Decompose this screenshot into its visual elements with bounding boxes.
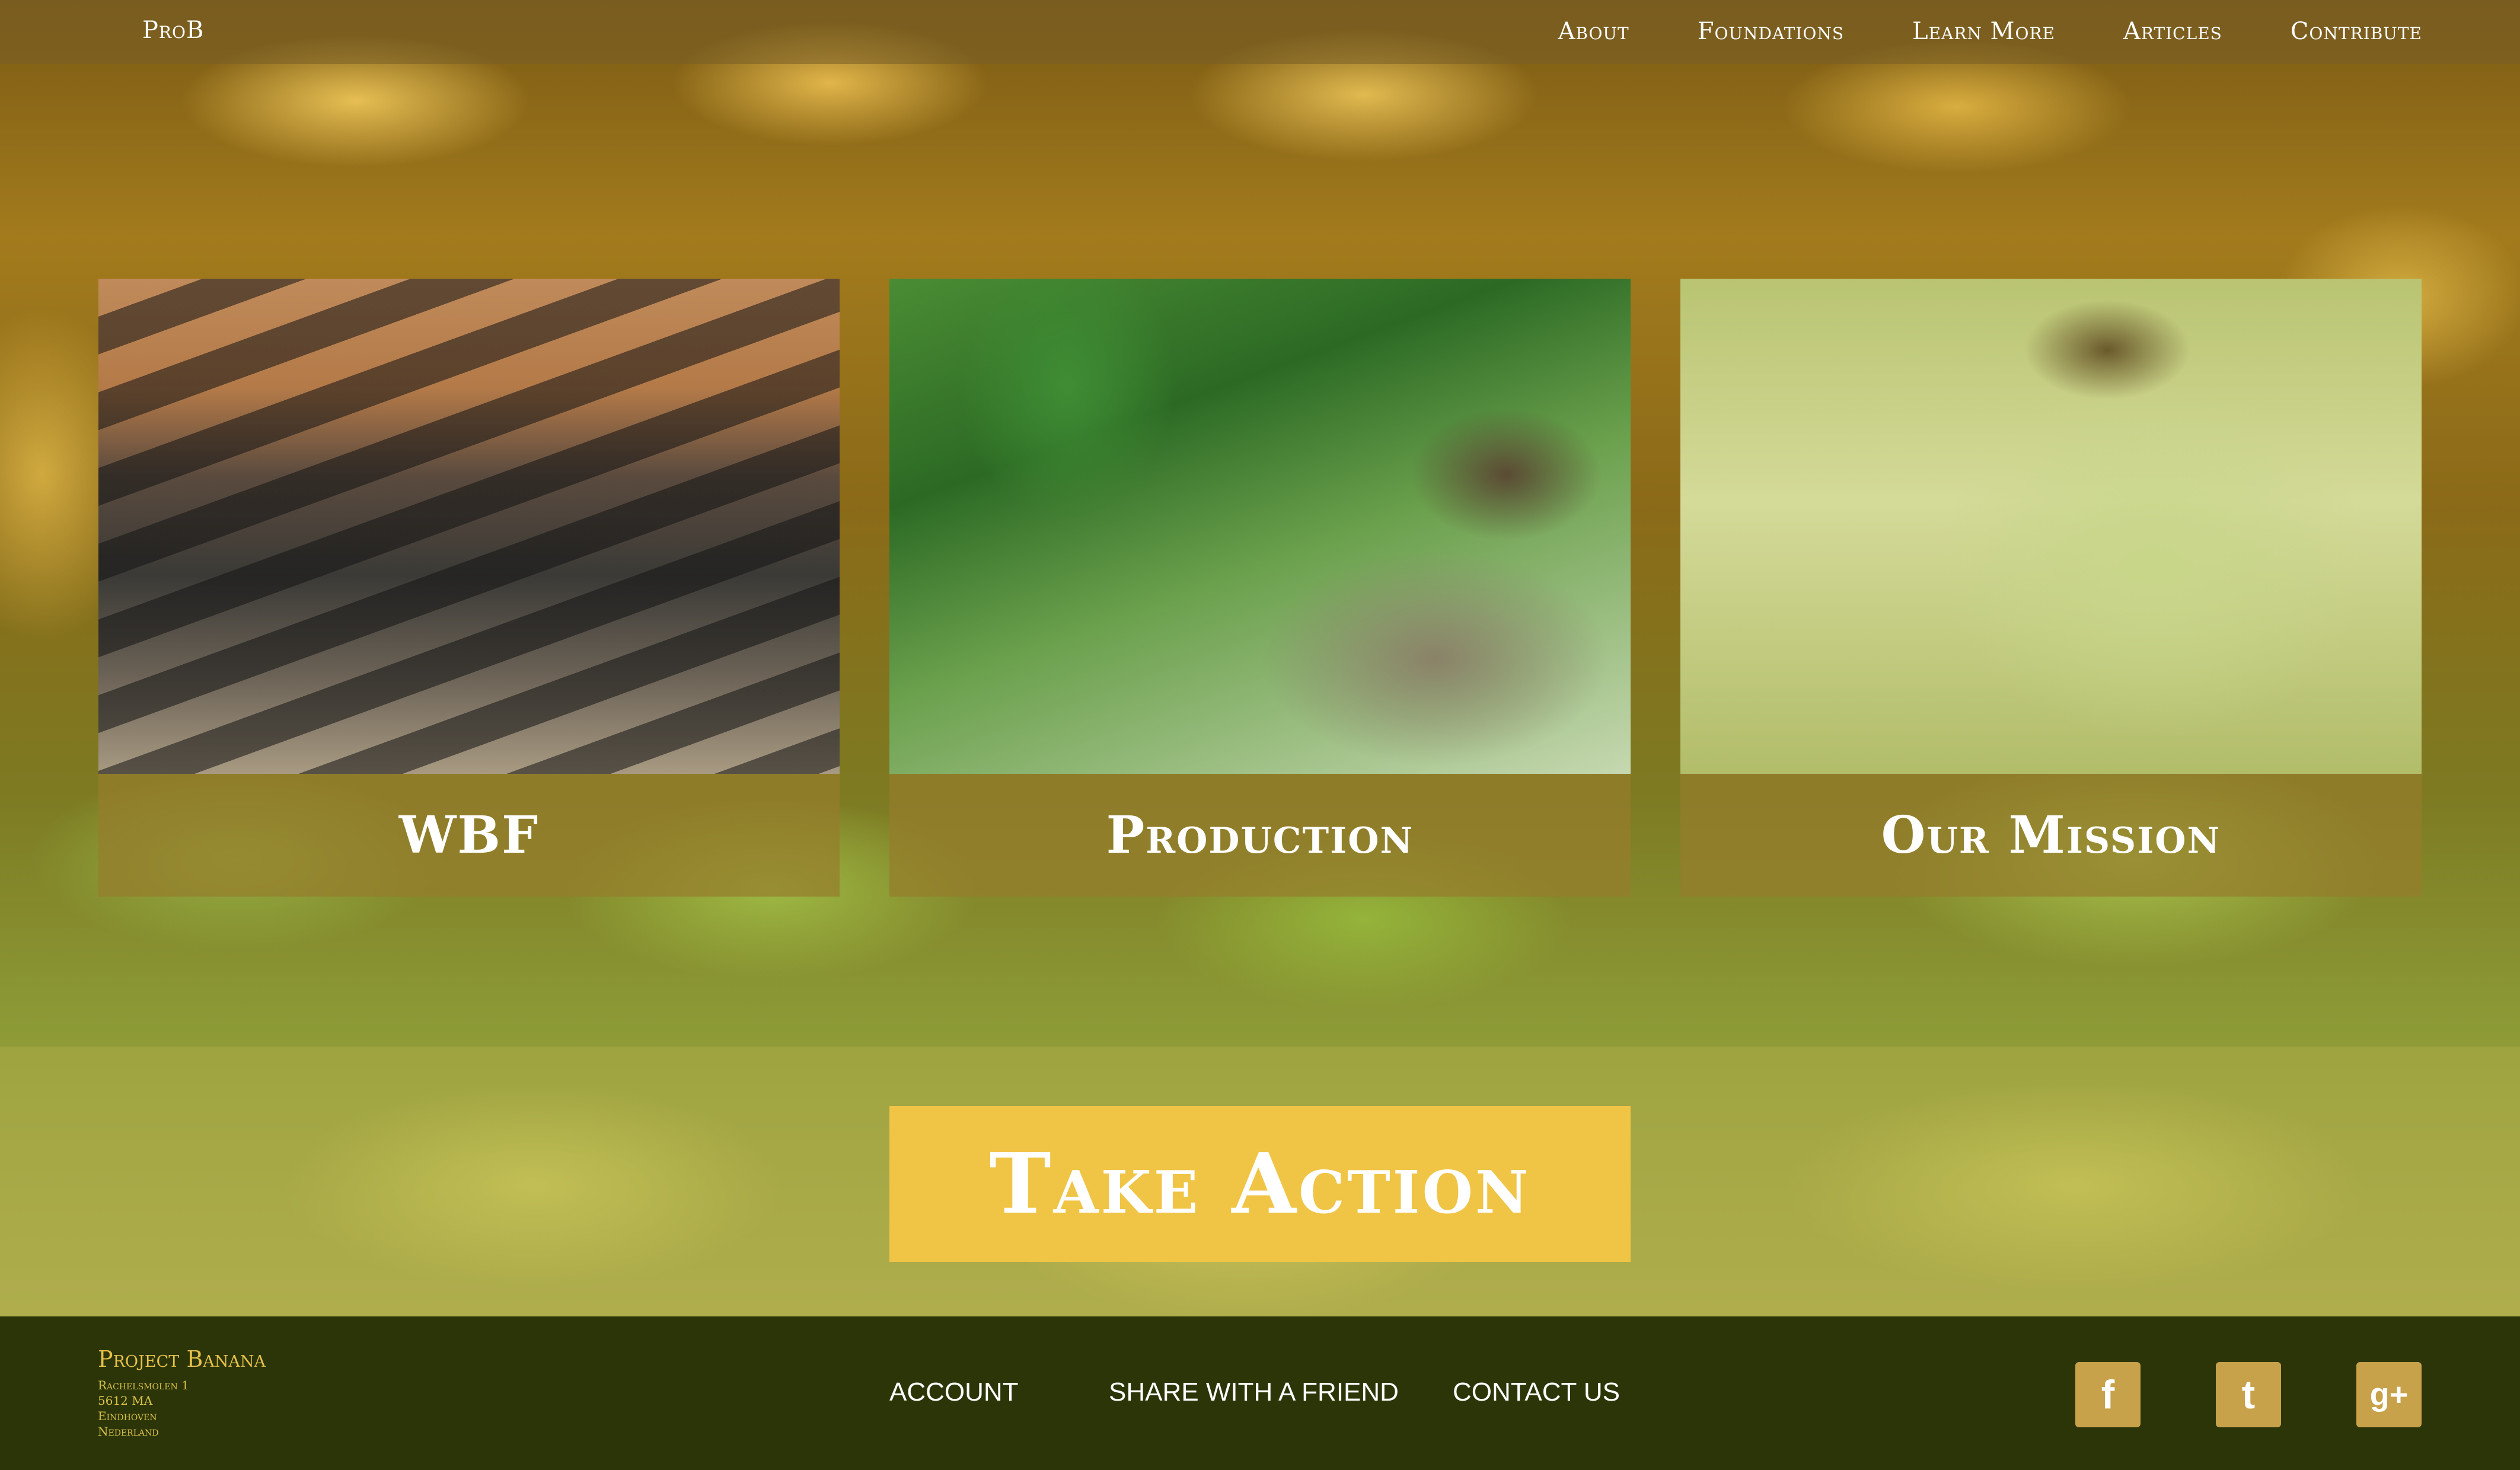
address-line: 5612 MA bbox=[98, 1394, 153, 1408]
nav-item-articles[interactable]: Articles bbox=[2123, 18, 2222, 45]
take-action-button[interactable]: Take Action bbox=[889, 1106, 1631, 1262]
brand-logo-link[interactable]: ProB bbox=[142, 17, 204, 44]
google-plus-icon[interactable]: g+ bbox=[2356, 1362, 2422, 1427]
address-line: Rachelsmolen 1 bbox=[98, 1378, 189, 1392]
card-title-production: Production bbox=[1106, 805, 1414, 865]
nav-item-contribute[interactable]: Contribute bbox=[2291, 18, 2422, 45]
address-line: Eindhoven bbox=[98, 1409, 157, 1423]
nav-item-about[interactable]: About bbox=[1558, 18, 1629, 45]
footer: Project Banana Rachelsmolen 1 5612 MA Ei… bbox=[0, 1316, 2520, 1470]
card-caption: WBF bbox=[98, 774, 840, 897]
card-caption: Production bbox=[889, 774, 1631, 897]
footer-link-share[interactable]: SHARE WITH A FRIEND bbox=[1109, 1377, 1399, 1407]
card-production[interactable]: Production bbox=[889, 279, 1631, 897]
card-caption: Our Mission bbox=[1680, 774, 2422, 897]
card-title-our-mission: Our Mission bbox=[1881, 805, 2221, 865]
footer-address: Rachelsmolen 1 5612 MA Eindhoven Nederla… bbox=[98, 1377, 189, 1439]
nav-item-foundations[interactable]: Foundations bbox=[1698, 18, 1844, 45]
twitter-icon[interactable]: t bbox=[2216, 1362, 2281, 1427]
card-wbf[interactable]: WBF bbox=[98, 279, 840, 897]
wbf-conference-photo bbox=[98, 279, 840, 774]
footer-link-contact[interactable]: CONTACT US bbox=[1453, 1377, 1620, 1407]
top-navigation-bar: ProB About Foundations Learn More Articl… bbox=[0, 0, 2520, 64]
footer-brand: Project Banana bbox=[98, 1346, 266, 1372]
take-action-label: Take Action bbox=[989, 1135, 1531, 1233]
facebook-icon[interactable]: f bbox=[2075, 1362, 2141, 1427]
main-nav: About Foundations Learn More Articles Co… bbox=[1558, 18, 2422, 45]
footer-link-account[interactable]: ACCOUNT bbox=[889, 1377, 1019, 1407]
banana-bunch-photo bbox=[1680, 279, 2422, 774]
production-worker-photo bbox=[889, 279, 1631, 774]
card-our-mission[interactable]: Our Mission bbox=[1680, 279, 2422, 897]
address-line: Nederland bbox=[98, 1424, 159, 1439]
card-title-wbf: WBF bbox=[398, 805, 540, 865]
nav-item-learn-more[interactable]: Learn More bbox=[1912, 18, 2055, 45]
